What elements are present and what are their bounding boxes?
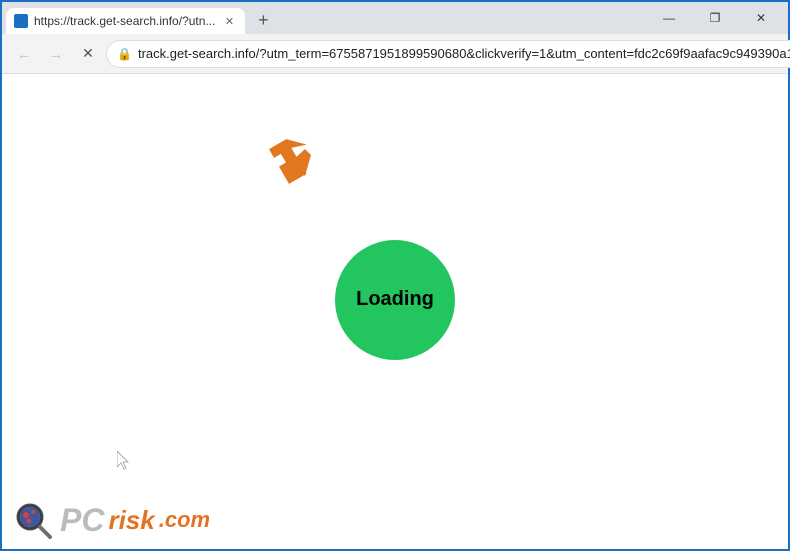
minimize-button[interactable]: — bbox=[646, 2, 692, 34]
pcrisk-text-logo: PCrisk.com bbox=[60, 504, 210, 536]
tab-close-button[interactable]: ✕ bbox=[221, 13, 237, 29]
watermark: PCrisk.com bbox=[12, 499, 210, 541]
forward-button[interactable]: → bbox=[42, 40, 70, 68]
new-tab-button[interactable]: + bbox=[249, 6, 277, 34]
navbar: ← → ✕ 🔒 track.get-search.info/?utm_term=… bbox=[2, 34, 788, 74]
window-controls: — ❐ ✕ bbox=[646, 2, 788, 34]
url-text: track.get-search.info/?utm_term=67558719… bbox=[138, 46, 790, 61]
lock-icon: 🔒 bbox=[117, 47, 132, 61]
page-content: Loading PCrisk.com bbox=[2, 74, 788, 549]
com-letters: .com bbox=[159, 507, 210, 533]
mouse-cursor bbox=[117, 451, 129, 469]
address-bar[interactable]: 🔒 track.get-search.info/?utm_term=675587… bbox=[106, 40, 790, 68]
tab-favicon bbox=[14, 14, 28, 28]
reload-button[interactable]: ✕ bbox=[74, 40, 102, 68]
tab-title: https://track.get-search.info/?utn... bbox=[34, 14, 215, 28]
titlebar: https://track.get-search.info/?utn... ✕ … bbox=[2, 2, 788, 34]
risk-letters: risk bbox=[108, 507, 154, 533]
browser-window: https://track.get-search.info/?utn... ✕ … bbox=[0, 0, 790, 551]
active-tab[interactable]: https://track.get-search.info/?utn... ✕ bbox=[6, 8, 245, 34]
pc-letters: PC bbox=[60, 504, 104, 536]
restore-button[interactable]: ❐ bbox=[692, 2, 738, 34]
loading-text: Loading bbox=[356, 288, 434, 311]
close-button[interactable]: ✕ bbox=[738, 2, 784, 34]
pcrisk-logo-icon bbox=[12, 499, 54, 541]
loading-circle: Loading bbox=[335, 240, 455, 360]
tab-bar: https://track.get-search.info/?utn... ✕ … bbox=[2, 2, 646, 34]
back-button[interactable]: ← bbox=[10, 40, 38, 68]
